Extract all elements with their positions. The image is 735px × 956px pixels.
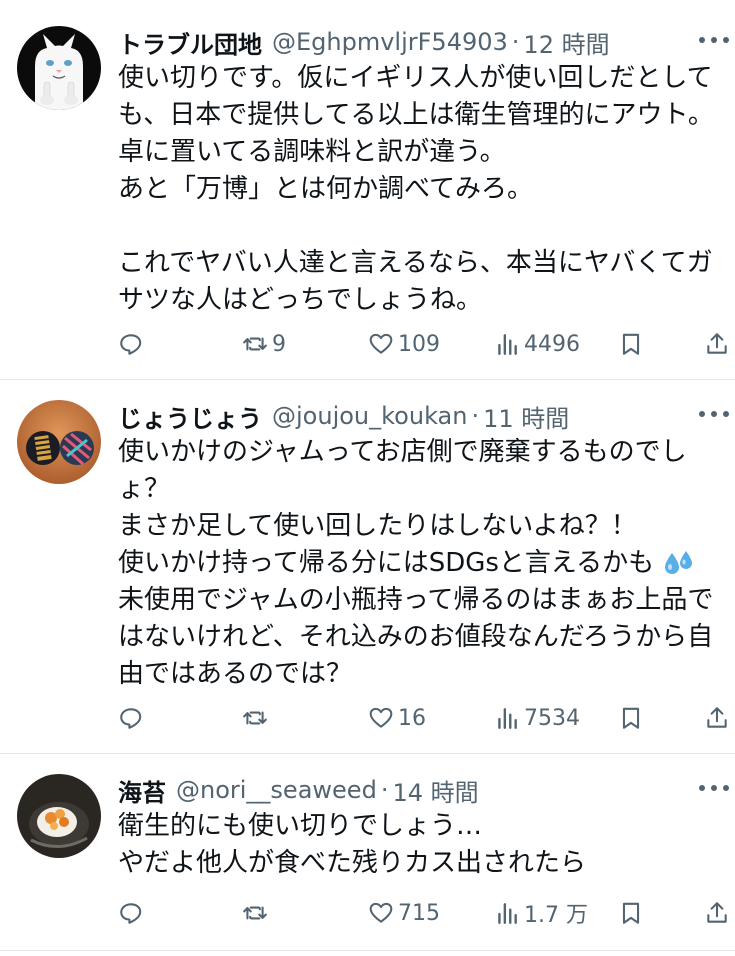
bookmark-icon <box>622 707 640 729</box>
text-line: サツな人はどっちでしょうね。 <box>118 285 483 315</box>
timestamp[interactable]: 14 時間 <box>392 773 478 808</box>
text-line: 使い切りです。仮にイギリス人が使い回しだとして <box>118 63 713 93</box>
share-icon <box>707 902 727 923</box>
share-button[interactable] <box>704 327 730 361</box>
tweet-text: 衛生的にも使い切りでしょう… やだよ他人が食べた残りカス出されたら <box>118 808 728 882</box>
display-name[interactable]: じょうじょう <box>118 399 262 434</box>
like-button[interactable]: 16 <box>368 701 426 735</box>
reply-icon <box>120 334 142 355</box>
retweet-icon <box>243 337 267 351</box>
more-dots-icon[interactable] <box>699 776 729 800</box>
text-line: やだよ他人が食べた残りカス出されたら <box>118 848 587 878</box>
tweet-header: 海苔 @nori__seaweed · 14 時間 <box>118 770 479 810</box>
divider <box>0 753 735 754</box>
more-dots-icon[interactable] <box>699 28 729 52</box>
tweet-text: 使い切りです。仮にイギリス人が使い回しだとして も、日本で提供してる以上は衛生管… <box>118 60 728 319</box>
views-button[interactable]: 1.7 万 <box>494 896 588 930</box>
text-line: 衛生的にも使い切りでしょう… <box>118 811 483 841</box>
timestamp[interactable]: 11 時間 <box>483 399 569 434</box>
text-line: も、日本で提供してる以上は衛生管理的にアウト。 <box>118 100 714 130</box>
tweet[interactable]: じょうじょう @joujou_koukan · 11 時間 使いかけのジャムって… <box>0 396 735 753</box>
text-line: はないけれど、それ込みのお値段なんだろうから自 <box>118 622 714 652</box>
bookmark-button[interactable] <box>618 701 644 735</box>
bookmark-button[interactable] <box>618 896 644 930</box>
reply-button[interactable] <box>118 896 148 930</box>
timeline: トラブル団地 @EghpmvljrF54903 · 12 時間 使い切りです。仮… <box>0 0 735 956</box>
views-button[interactable]: 4496 <box>494 327 580 361</box>
text-line: まさか足して使い回したりはしないよね？！ <box>118 511 637 541</box>
timestamp[interactable]: 12 時間 <box>523 25 609 60</box>
text-line <box>118 208 728 245</box>
tweet[interactable]: 海苔 @nori__seaweed · 14 時間 衛生的にも使い切りでしょう…… <box>0 770 735 950</box>
divider <box>0 950 735 951</box>
text-line: 卓に置いてる調味料と訳が違う。 <box>118 137 506 167</box>
retweet-button[interactable] <box>242 701 272 735</box>
views-bar-chart-icon <box>498 334 517 355</box>
avatar[interactable] <box>17 774 101 858</box>
reply-button[interactable] <box>118 701 148 735</box>
retweet-button[interactable]: 9 <box>242 327 286 361</box>
reply-icon <box>120 708 142 729</box>
text-line: 未使用でジャムの小瓶持って帰るのはまぁお上品で <box>118 585 714 615</box>
more-dots-icon[interactable] <box>699 402 729 426</box>
reply-icon <box>120 903 142 924</box>
sweat-droplets-emoji-icon <box>665 550 693 574</box>
reply-button[interactable] <box>118 327 148 361</box>
views-button[interactable]: 7534 <box>494 701 580 735</box>
share-icon <box>707 707 727 728</box>
user-handle[interactable]: @nori__seaweed <box>176 776 377 804</box>
tweet-header: じょうじょう @joujou_koukan · 11 時間 <box>118 396 569 436</box>
display-name[interactable]: 海苔 <box>118 773 166 808</box>
text-line: 由ではあるのでは？ <box>118 659 353 689</box>
display-name[interactable]: トラブル団地 <box>118 25 262 60</box>
avatar[interactable] <box>17 400 101 484</box>
views-bar-chart-icon <box>498 903 517 924</box>
text-line: 使いかけ持って帰る分にはSDGsと言えるかも <box>118 545 728 582</box>
retweet-button[interactable] <box>242 896 272 930</box>
sushi-avatar-icon <box>17 774 101 858</box>
views-bar-chart-icon <box>498 708 517 729</box>
avatar[interactable] <box>17 26 101 110</box>
action-bar: 16 7534 <box>0 701 735 735</box>
white-cat-middle-finger-avatar-icon <box>17 26 101 110</box>
share-button[interactable] <box>704 896 730 930</box>
user-handle[interactable]: @EghpmvljrF54903 <box>272 28 508 56</box>
like-button[interactable]: 715 <box>368 896 440 930</box>
tweet[interactable]: トラブル団地 @EghpmvljrF54903 · 12 時間 使い切りです。仮… <box>0 22 735 379</box>
text-line: あと「万博」とは何か調べてみろ。 <box>118 174 533 204</box>
tweet-header: トラブル団地 @EghpmvljrF54903 · 12 時間 <box>118 22 610 62</box>
retweet-icon <box>243 906 267 920</box>
heart-icon <box>369 333 393 354</box>
like-button[interactable]: 109 <box>368 327 440 361</box>
bookmark-button[interactable] <box>618 327 644 361</box>
share-icon <box>707 333 727 354</box>
bookmark-icon <box>622 333 640 355</box>
user-handle[interactable]: @joujou_koukan <box>272 402 467 430</box>
divider <box>0 379 735 380</box>
two-buttons-avatar-icon <box>17 400 101 484</box>
text-line: ょ？ <box>118 474 171 504</box>
bookmark-icon <box>622 902 640 924</box>
heart-icon <box>369 902 393 923</box>
retweet-icon <box>243 711 267 725</box>
action-bar: 715 1.7 万 <box>0 896 735 930</box>
heart-icon <box>369 707 393 728</box>
tweet-text: 使いかけのジャムってお店側で廃棄するものでし ょ？ まさか足して使い回したりはし… <box>118 434 728 693</box>
action-bar: 9 109 4496 <box>0 327 735 361</box>
share-button[interactable] <box>704 701 730 735</box>
text-line: 使いかけのジャムってお店側で廃棄するものでし <box>118 437 687 467</box>
text-line: これでヤバい人達と言えるなら、本当にヤバくてガ <box>118 248 713 278</box>
